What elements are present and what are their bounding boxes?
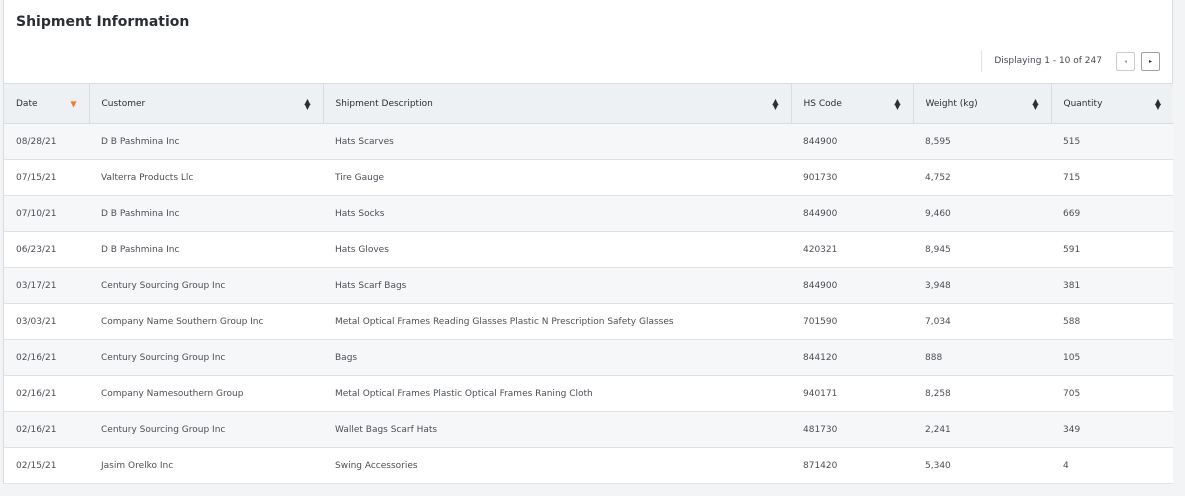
- table-row[interactable]: 02/16/21 Company Namesouthern Group Metal …: [4, 375, 1173, 412]
- cell-hs-code: 901730: [791, 159, 913, 196]
- table-row[interactable]: 06/23/21 D B Pashmina Inc Hats Gloves 42032…: [4, 231, 1173, 268]
- cell-quantity: 349: [1051, 411, 1173, 448]
- cell-date: 02/15/21: [4, 447, 89, 484]
- table-row[interactable]: 03/03/21 Company Name Southern Group Inc M…: [4, 303, 1173, 340]
- cell-date: 03/03/21: [4, 303, 89, 340]
- cell-hs-code: 940171: [791, 375, 913, 412]
- cell-hs-code: 844900: [791, 267, 913, 304]
- cell-customer: Company Name Southern Group Inc: [89, 303, 323, 340]
- pager-status: Displaying 1 - 10 of 247: [994, 56, 1102, 66]
- sort-icon: ▲ ▼: [1032, 96, 1039, 111]
- cell-description: Bags: [323, 339, 791, 376]
- cell-quantity: 588: [1051, 303, 1173, 340]
- cell-description: Hats Socks: [323, 195, 791, 232]
- cell-description: Hats Scarves: [323, 123, 791, 160]
- cell-date: 08/28/21: [4, 123, 89, 160]
- cell-quantity: 715: [1051, 159, 1173, 196]
- cell-weight: 4,752: [913, 159, 1051, 196]
- cell-customer: Century Sourcing Group Inc: [89, 267, 323, 304]
- column-header-weight[interactable]: Weight (kg) ▲ ▼: [913, 83, 1052, 124]
- cell-customer: Century Sourcing Group Inc: [89, 411, 323, 448]
- column-header-hs-code[interactable]: HS Code ▲ ▼: [791, 83, 914, 124]
- cell-customer: D B Pashmina Inc: [89, 231, 323, 268]
- cell-date: 02/16/21: [4, 339, 89, 376]
- cell-quantity: 105: [1051, 339, 1173, 376]
- cell-description: Metal Optical Frames Plastic Optical Fra…: [323, 375, 791, 412]
- cell-weight: 8,945: [913, 231, 1051, 268]
- panel-title: Shipment Information: [16, 14, 190, 30]
- table-body: 08/28/21 D B Pashmina Inc Hats Scarves 8449…: [4, 123, 1173, 484]
- cell-weight: 8,258: [913, 375, 1051, 412]
- cell-date: 06/23/21: [4, 231, 89, 268]
- table-row[interactable]: 02/16/21 Century Sourcing Group Inc Bags 84…: [4, 339, 1173, 376]
- cell-weight: 8,595: [913, 123, 1051, 160]
- cell-customer: D B Pashmina Inc: [89, 195, 323, 232]
- sort-icon: ▲ ▼: [1154, 96, 1161, 111]
- cell-hs-code: 844900: [791, 123, 913, 160]
- cell-description: Metal Optical Frames Reading Glasses Pla…: [323, 303, 791, 340]
- cell-hs-code: 871420: [791, 447, 913, 484]
- cell-description: Swing Accessories: [323, 447, 791, 484]
- cell-description: Wallet Bags Scarf Hats: [323, 411, 791, 448]
- sort-icon: ▲ ▼: [772, 96, 779, 111]
- cell-quantity: 4: [1051, 447, 1173, 484]
- cell-date: 07/10/21: [4, 195, 89, 232]
- cell-hs-code: 701590: [791, 303, 913, 340]
- cell-hs-code: 420321: [791, 231, 913, 268]
- chevron-left-icon: ◂: [1123, 57, 1127, 65]
- next-page-button[interactable]: ▸: [1141, 51, 1160, 71]
- chevron-right-icon: ▸: [1148, 57, 1152, 65]
- table-row[interactable]: 02/15/21 Jasim Orelko Inc Swing Accessorie…: [4, 447, 1173, 484]
- cell-description: Tire Gauge: [323, 159, 791, 196]
- cell-customer: Jasim Orelko Inc: [89, 447, 323, 484]
- cell-weight: 9,460: [913, 195, 1051, 232]
- cell-customer: Century Sourcing Group Inc: [89, 339, 323, 376]
- cell-weight: 888: [913, 339, 1051, 376]
- pagination: Displaying 1 - 10 of 247 ◂ ▸: [981, 50, 1160, 72]
- cell-customer: Valterra Products Llc: [89, 159, 323, 196]
- sort-icon: ▲ ▼: [894, 96, 901, 111]
- table-row[interactable]: 07/10/21 D B Pashmina Inc Hats Socks 844900…: [4, 195, 1173, 232]
- cell-date: 07/15/21: [4, 159, 89, 196]
- cell-hs-code: 844120: [791, 339, 913, 376]
- sort-desc-icon: ▼: [70, 99, 77, 108]
- shipment-table: Date ▼ Customer ▲ ▼ Shipment Description …: [4, 83, 1173, 484]
- cell-hs-code: 844900: [791, 195, 913, 232]
- cell-weight: 2,241: [913, 411, 1051, 448]
- table-header-row: Date ▼ Customer ▲ ▼ Shipment Description …: [4, 83, 1173, 124]
- cell-quantity: 515: [1051, 123, 1173, 160]
- prev-page-button[interactable]: ◂: [1116, 51, 1135, 71]
- cell-weight: 3,948: [913, 267, 1051, 304]
- sort-icon: ▲ ▼: [304, 96, 311, 111]
- cell-quantity: 705: [1051, 375, 1173, 412]
- cell-date: 03/17/21: [4, 267, 89, 304]
- cell-quantity: 669: [1051, 195, 1173, 232]
- cell-hs-code: 481730: [791, 411, 913, 448]
- column-header-description[interactable]: Shipment Description ▲ ▼: [323, 83, 792, 124]
- cell-weight: 7,034: [913, 303, 1051, 340]
- column-header-quantity[interactable]: Quantity ▲ ▼: [1051, 83, 1173, 124]
- pager-divider: [981, 50, 983, 72]
- cell-date: 02/16/21: [4, 411, 89, 448]
- shipment-panel: Shipment Information Displaying 1 - 10 o…: [3, 0, 1173, 484]
- cell-description: Hats Gloves: [323, 231, 791, 268]
- column-header-customer[interactable]: Customer ▲ ▼: [89, 83, 324, 124]
- table-row[interactable]: 02/16/21 Century Sourcing Group Inc Wallet…: [4, 411, 1173, 448]
- cell-customer: D B Pashmina Inc: [89, 123, 323, 160]
- table-row[interactable]: 07/15/21 Valterra Products Llc Tire Gauge 9…: [4, 159, 1173, 196]
- cell-weight: 5,340: [913, 447, 1051, 484]
- cell-customer: Company Namesouthern Group: [89, 375, 323, 412]
- table-row[interactable]: 03/17/21 Century Sourcing Group Inc Hats S…: [4, 267, 1173, 304]
- table-row[interactable]: 08/28/21 D B Pashmina Inc Hats Scarves 8449…: [4, 123, 1173, 160]
- cell-description: Hats Scarf Bags: [323, 267, 791, 304]
- column-header-date[interactable]: Date ▼: [4, 83, 90, 124]
- cell-quantity: 381: [1051, 267, 1173, 304]
- cell-quantity: 591: [1051, 231, 1173, 268]
- cell-date: 02/16/21: [4, 375, 89, 412]
